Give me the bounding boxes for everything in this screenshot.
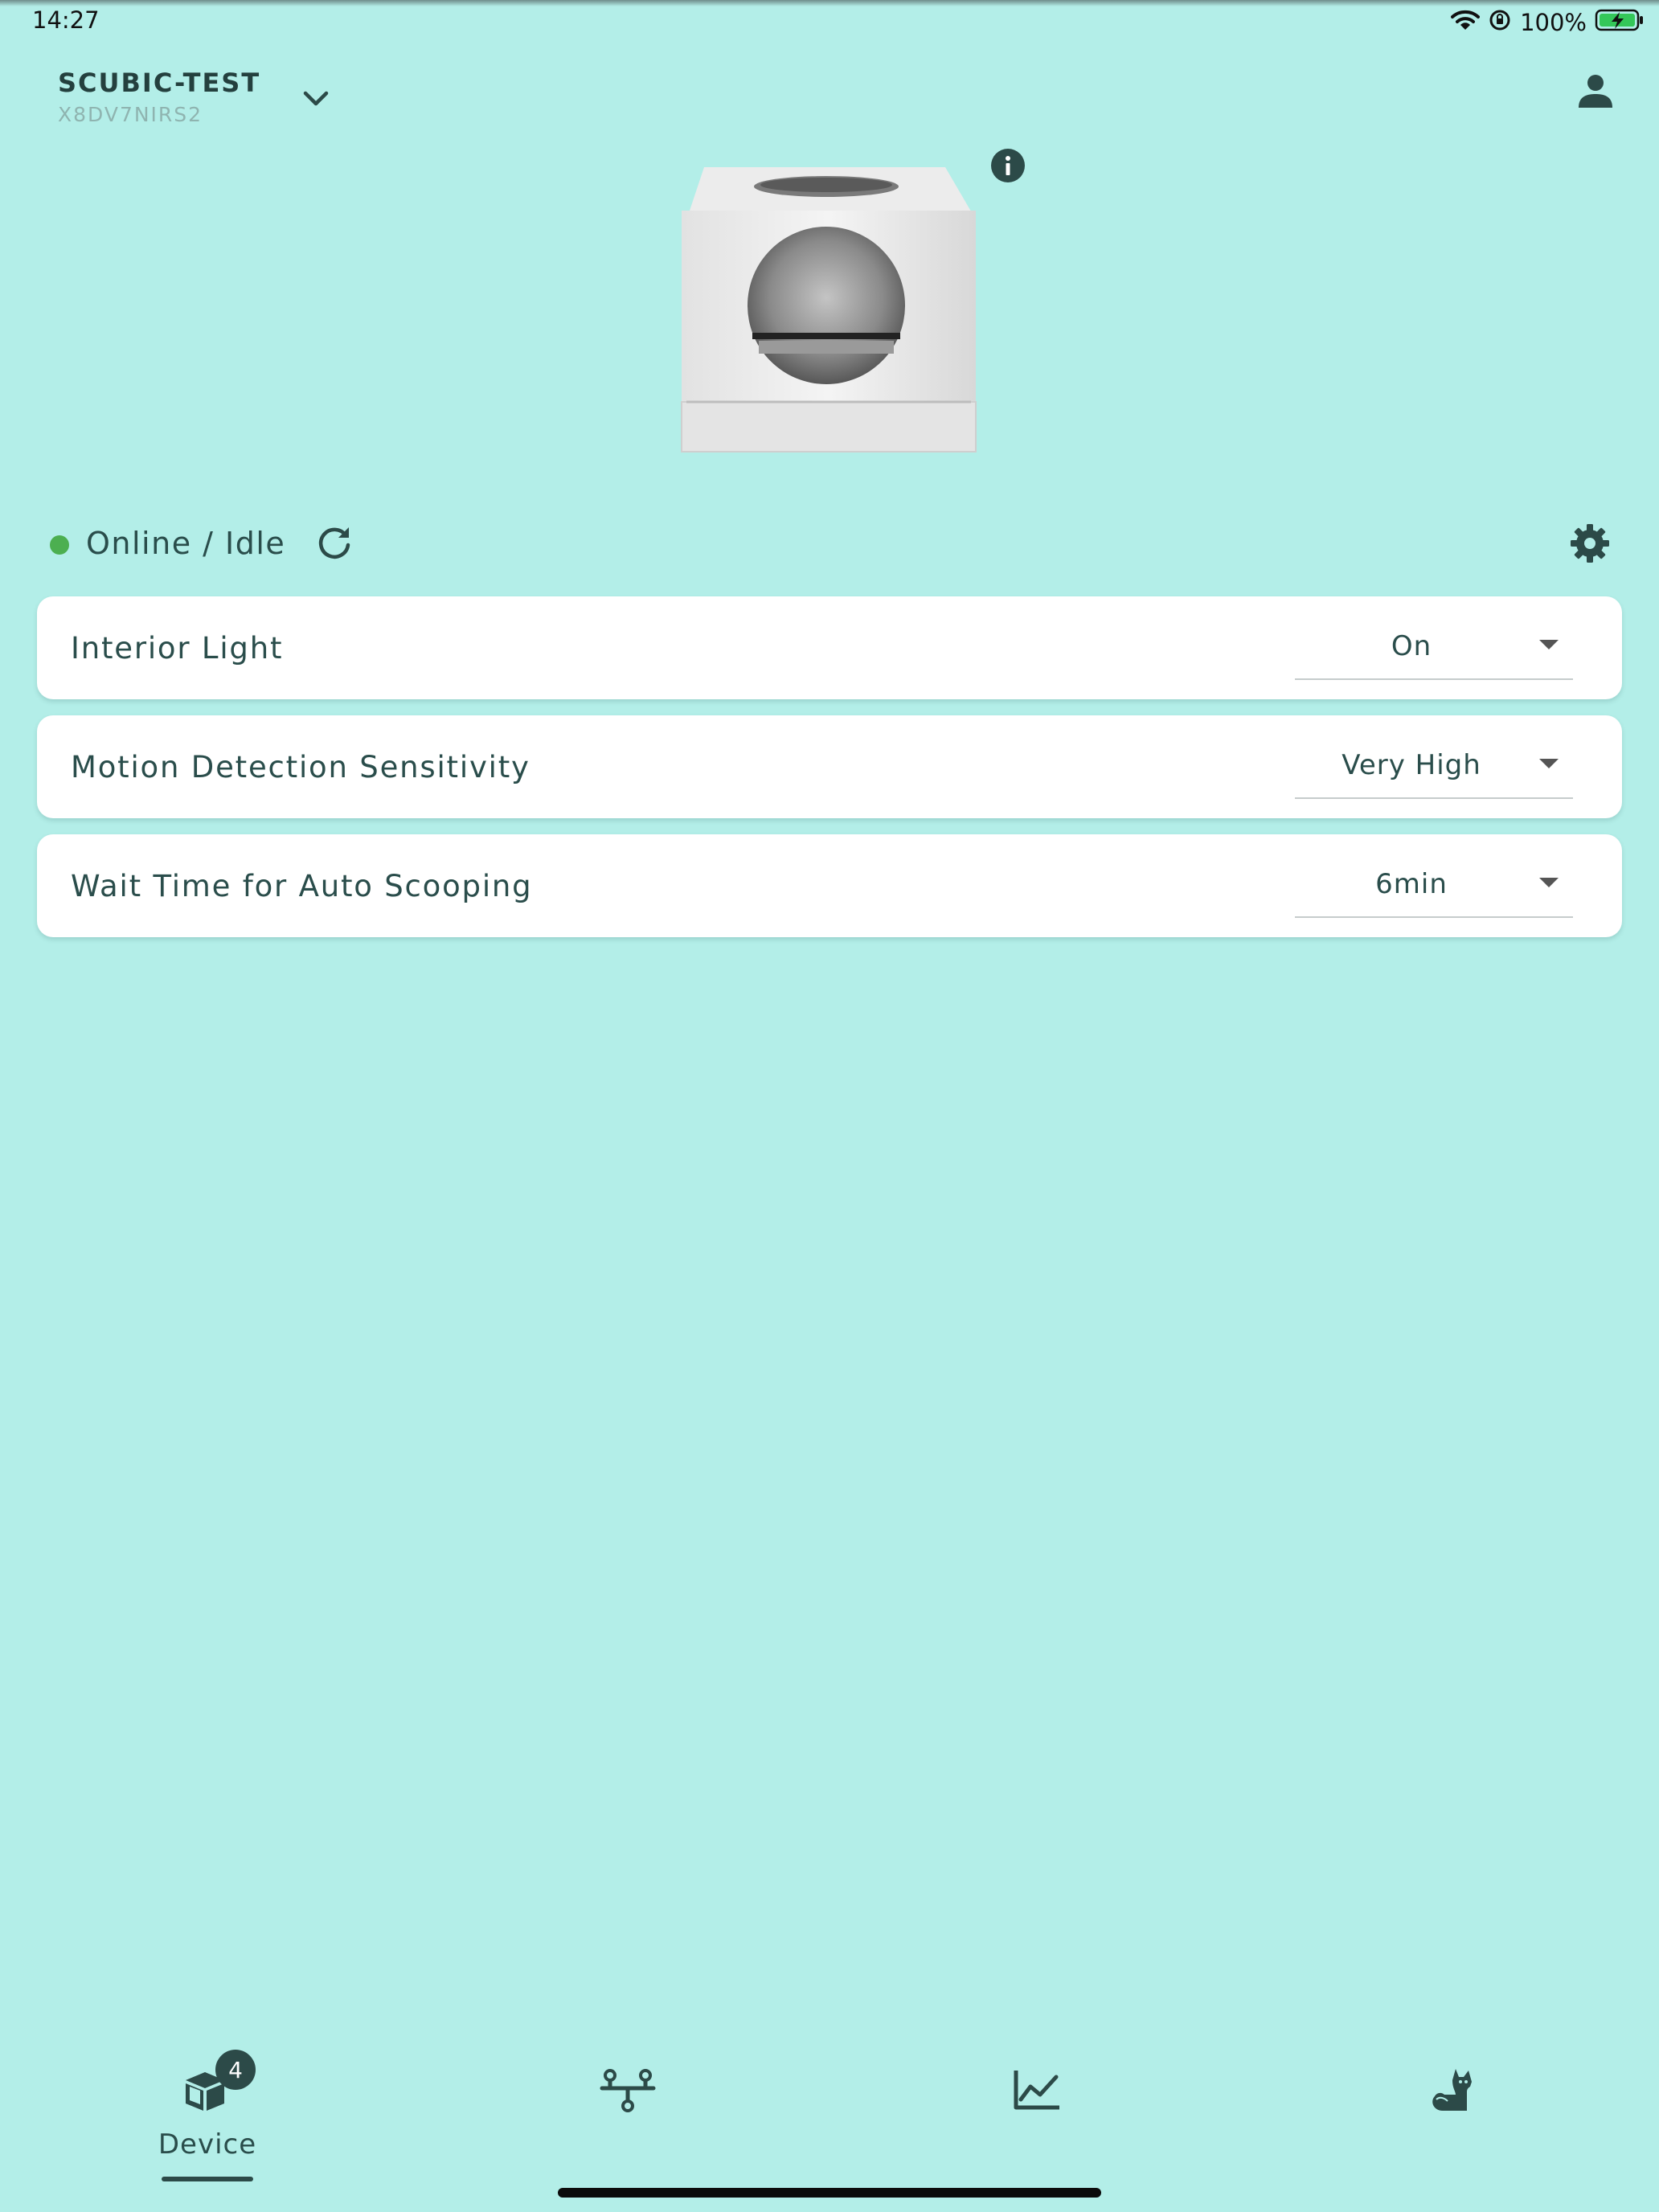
status-bar: 14:27 100% bbox=[0, 0, 1659, 45]
tab-label: Device bbox=[158, 2128, 257, 2161]
setting-card-motion-sensitivity: Motion Detection Sensitivity Very High bbox=[37, 715, 1622, 818]
dropdown-value: On bbox=[1391, 630, 1432, 662]
caret-down-icon bbox=[1539, 640, 1559, 649]
dropdown-value: 6min bbox=[1375, 868, 1448, 900]
dropdown-value: Very High bbox=[1342, 749, 1481, 781]
info-icon bbox=[990, 148, 1026, 186]
status-indicator-dot bbox=[50, 535, 69, 555]
device-info-button[interactable] bbox=[989, 148, 1027, 186]
scoop-wait-time-dropdown[interactable]: 6min bbox=[1295, 852, 1573, 918]
device-image bbox=[672, 161, 977, 458]
setting-card-scoop-wait-time: Wait Time for Auto Scooping 6min bbox=[37, 834, 1622, 937]
caret-down-icon bbox=[1539, 759, 1559, 768]
person-icon bbox=[1577, 72, 1614, 113]
device-cube-icon: 4 bbox=[175, 2050, 256, 2122]
setting-card-interior-light: Interior Light On bbox=[37, 596, 1622, 699]
chevron-down-icon bbox=[302, 90, 330, 111]
device-name: SCUBIC-TEST bbox=[58, 68, 261, 98]
tab-network[interactable] bbox=[531, 2058, 724, 2186]
network-icon bbox=[596, 2058, 660, 2122]
device-switch-button[interactable] bbox=[296, 80, 336, 121]
refresh-button[interactable] bbox=[312, 522, 357, 567]
motion-sensitivity-dropdown[interactable]: Very High bbox=[1295, 733, 1573, 799]
caret-down-icon bbox=[1539, 878, 1559, 887]
home-indicator bbox=[558, 2188, 1101, 2198]
refresh-icon bbox=[315, 524, 354, 566]
gear-icon bbox=[1570, 523, 1610, 567]
device-serial: X8DV7NIRS2 bbox=[58, 103, 203, 126]
status-indicators: 100% bbox=[1451, 6, 1645, 39]
tab-statistics[interactable] bbox=[940, 2058, 1133, 2186]
device-count-badge: 4 bbox=[215, 2050, 256, 2090]
tab-cat[interactable] bbox=[1358, 2058, 1550, 2186]
setting-label: Interior Light bbox=[71, 630, 284, 666]
battery-charging-icon bbox=[1595, 8, 1645, 38]
setting-label: Motion Detection Sensitivity bbox=[71, 749, 530, 784]
status-time: 14:27 bbox=[32, 6, 100, 34]
setting-label: Wait Time for Auto Scooping bbox=[71, 868, 533, 903]
interior-light-dropdown[interactable]: On bbox=[1295, 614, 1573, 680]
tab-device[interactable]: 4 Device bbox=[111, 2050, 304, 2186]
active-tab-indicator bbox=[162, 2177, 253, 2181]
wifi-icon bbox=[1451, 9, 1481, 37]
device-status-text: Online / Idle bbox=[86, 526, 286, 561]
battery-percent: 100% bbox=[1520, 9, 1587, 36]
stats-chart-icon bbox=[1005, 2058, 1069, 2122]
account-button[interactable] bbox=[1567, 64, 1624, 121]
orientation-lock-icon bbox=[1488, 8, 1512, 38]
settings-button[interactable] bbox=[1567, 522, 1612, 567]
cat-icon bbox=[1422, 2058, 1486, 2122]
